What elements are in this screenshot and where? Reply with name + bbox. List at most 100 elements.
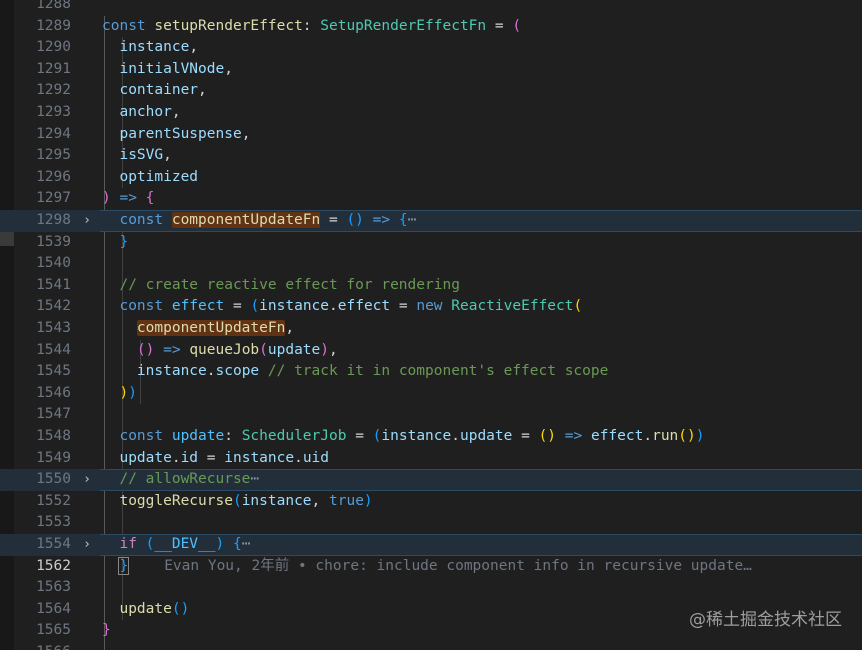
code-text: if (__DEV__) {⋯ — [102, 534, 250, 556]
code-line[interactable]: 1539 } — [0, 232, 862, 254]
code-text: update() — [102, 599, 189, 621]
code-text: // create reactive effect for rendering — [102, 275, 460, 297]
code-line[interactable]: 1566 — [0, 642, 862, 650]
code-token: instance — [102, 363, 207, 380]
code-line[interactable]: 1293 anchor, — [0, 102, 862, 124]
code-token: ) — [128, 384, 137, 401]
line-number: 1546 — [36, 384, 71, 401]
line-number: 1552 — [36, 492, 71, 509]
code-line[interactable]: 1297 ) => { — [0, 188, 862, 210]
code-line[interactable]: 1296 optimized — [0, 167, 862, 189]
code-line[interactable]: 1290 instance, — [0, 37, 862, 59]
code-line[interactable]: 1545 instance.scope // track it in compo… — [0, 361, 862, 383]
line-number: 1554 — [36, 536, 71, 552]
line-number: 1293 — [36, 104, 71, 120]
code-token: __DEV__ — [154, 536, 216, 552]
code-line[interactable]: 1291 initialVNode, — [0, 59, 862, 81]
code-text: } — [102, 620, 111, 642]
code-token: update — [102, 449, 172, 466]
code-text: const setupRenderEffect: SetupRenderEffe… — [102, 16, 521, 38]
watermark: @稀土掘金技术社区 — [689, 610, 842, 630]
code-token: ) — [215, 536, 225, 552]
line-number: 1565 — [36, 622, 71, 639]
code-token: , — [198, 82, 207, 99]
code-token: effect — [590, 428, 644, 444]
code-token: componentUpdateFn — [171, 212, 321, 228]
code-token: // create reactive effect for rendering — [102, 276, 460, 293]
code-line[interactable]: 1546 )) — [0, 383, 862, 405]
code-line[interactable]: 1547 — [0, 404, 862, 426]
code-token: = — [320, 212, 347, 228]
code-line[interactable]: 1298 › const componentUpdateFn = () => {⋯ — [0, 210, 862, 232]
code-token: , — [329, 341, 338, 358]
code-editor[interactable]: 1288 1289 const setupRenderEffect: SetupRe… — [0, 0, 862, 650]
code-line[interactable]: 1541 // create reactive effect for rende… — [0, 275, 862, 297]
code-token: scope — [215, 363, 260, 380]
line-number: 1563 — [36, 579, 71, 596]
code-token: const — [102, 298, 172, 315]
code-line[interactable]: 1544 () => queueJob(update), — [0, 340, 862, 362]
code-token: = — [224, 298, 251, 315]
code-line[interactable]: 1542 const effect = (instance.effect = n… — [0, 296, 862, 318]
code-line[interactable]: 1292 container, — [0, 80, 862, 102]
code-line[interactable]: 1563 — [0, 577, 862, 599]
code-line[interactable]: 1553 — [0, 512, 862, 534]
fold-chevron-icon[interactable]: › — [80, 469, 94, 491]
code-token: container — [102, 82, 199, 99]
line-number: 1544 — [36, 341, 71, 358]
code-line[interactable]: 1550 › // allowRecurse⋯ — [0, 469, 862, 491]
code-token: => — [154, 341, 190, 358]
code-line[interactable]: 1289 const setupRenderEffect: SetupRender… — [0, 16, 862, 38]
code-text: initialVNode, — [102, 59, 233, 81]
code-token: ) — [695, 428, 705, 444]
line-number: 1289 — [36, 17, 71, 34]
code-token: update — [102, 600, 172, 617]
code-token: , — [311, 492, 329, 509]
code-token: => — [556, 428, 591, 444]
code-token: update — [171, 428, 225, 444]
line-number: 1543 — [36, 320, 71, 336]
code-line[interactable]: 1294 parentSuspense, — [0, 124, 862, 146]
code-line[interactable]: 1543 componentUpdateFn, — [0, 318, 862, 340]
code-token: toggleRecurse — [102, 492, 233, 509]
code-token: . — [171, 449, 181, 466]
code-token: ⋯ — [250, 471, 260, 488]
code-token: instance — [224, 449, 295, 466]
code-line[interactable]: 1295 isSVG, — [0, 145, 862, 167]
line-number: 1292 — [36, 82, 71, 99]
code-line[interactable]: 1549 update.id = instance.uid — [0, 448, 862, 470]
code-token: id — [180, 449, 199, 466]
code-text: const update: SchedulerJob = (instance.u… — [102, 426, 705, 448]
code-text: parentSuspense, — [102, 124, 250, 146]
code-token: instance — [102, 39, 190, 56]
code-text: update.id = instance.uid — [102, 448, 329, 470]
code-line[interactable]: 1548 const update: SchedulerJob = (insta… — [0, 426, 862, 448]
fold-chevron-icon[interactable]: › — [80, 534, 94, 556]
code-text: instance.scope // track it in component'… — [102, 361, 608, 383]
code-token: new — [416, 298, 452, 315]
code-token: initialVNode — [102, 60, 225, 77]
line-number: 1541 — [36, 276, 71, 293]
code-token: : — [302, 17, 321, 34]
code-line[interactable]: 1540 — [0, 253, 862, 275]
code-text: ) => { — [102, 188, 154, 210]
line-number: 1553 — [36, 514, 71, 531]
line-number: 1296 — [36, 168, 71, 185]
code-line[interactable]: 1288 — [0, 0, 862, 16]
code-token: true — [329, 492, 364, 509]
code-token: const — [102, 428, 172, 444]
line-number: 1549 — [36, 449, 71, 466]
code-line[interactable]: 1554 › if (__DEV__) {⋯ — [0, 534, 862, 556]
fold-chevron-icon[interactable]: › — [80, 210, 94, 232]
code-token: . — [451, 428, 460, 444]
code-token: = — [512, 428, 539, 444]
code-token: : — [224, 428, 242, 444]
line-number: 1297 — [36, 190, 71, 207]
code-text: } — [102, 232, 128, 254]
line-number: 1298 — [36, 212, 71, 228]
code-line[interactable]: 1552 toggleRecurse(instance, true) — [0, 491, 862, 513]
code-line[interactable]: 1562 } Evan You, 2年前 • chore: include com… — [0, 556, 862, 578]
line-number: 1290 — [36, 39, 71, 56]
